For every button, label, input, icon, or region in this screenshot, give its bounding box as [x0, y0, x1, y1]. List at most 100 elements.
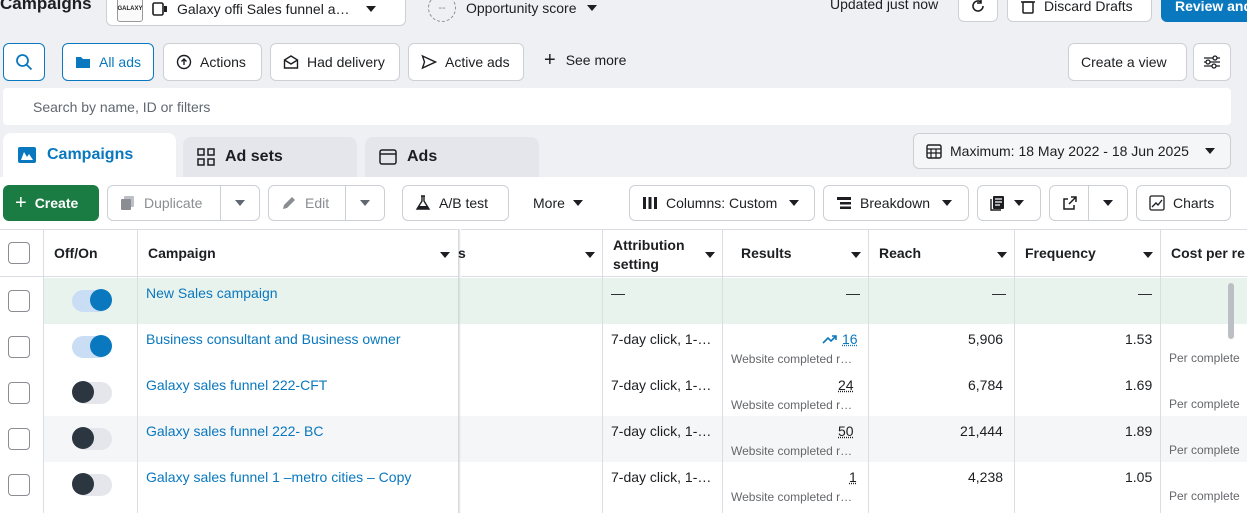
attribution-value: 7-day click, 1-… [611, 377, 711, 393]
table-scrollbar[interactable] [1228, 283, 1234, 339]
discard-drafts-button[interactable]: Discard Drafts [1007, 0, 1152, 22]
columns-icon [642, 196, 658, 210]
ab-test-label: A/B test [439, 195, 488, 211]
campaign-toggle[interactable] [72, 336, 110, 358]
row-checkbox[interactable] [8, 290, 30, 312]
reports-button[interactable] [977, 185, 1041, 221]
sort-caret-icon[interactable] [440, 252, 450, 258]
column-header-campaign[interactable]: Campaign [148, 245, 216, 261]
results-value[interactable]: 50 [838, 423, 854, 439]
edit-dropdown-icon[interactable] [360, 200, 370, 206]
breakdown-label: Breakdown [860, 195, 930, 211]
split-divider [345, 185, 346, 221]
search-input[interactable]: Search by name, ID or filters [3, 88, 1231, 125]
tab-campaigns[interactable]: Campaigns [3, 133, 176, 177]
charts-button[interactable]: Charts [1136, 185, 1231, 221]
create-button[interactable]: + Create [3, 185, 99, 221]
attribution-value: 7-day click, 1-… [611, 469, 711, 485]
tab-ad-sets[interactable]: Ad sets [183, 137, 357, 177]
column-header-results[interactable]: Results [741, 245, 792, 261]
results-subtitle: Website completed r… [731, 352, 852, 366]
campaign-toggle[interactable] [74, 474, 112, 496]
column-header-attribution[interactable]: Attribution setting [613, 236, 685, 274]
reach-value: — [992, 285, 1006, 301]
ad-account-icon [151, 0, 169, 18]
actions-filter[interactable]: Actions [163, 43, 262, 81]
column-header-hidden[interactable]: s [458, 245, 466, 261]
results-subtitle: Website completed r… [731, 398, 852, 412]
upload-circle-icon [176, 54, 192, 70]
duplicate-label: Duplicate [144, 195, 202, 211]
opportunity-score[interactable]: -- Opportunity score [428, 0, 597, 22]
sort-caret-icon[interactable] [851, 252, 861, 258]
column-header-cost-per-result[interactable]: Cost per re [1171, 245, 1245, 261]
date-range-label: Maximum: 18 May 2022 - 18 Jun 2025 [950, 143, 1189, 159]
see-more-filter[interactable]: + See more [544, 52, 626, 68]
campaign-name-link[interactable]: Business consultant and Business owner [146, 331, 400, 347]
row-checkbox[interactable] [8, 428, 30, 450]
review-and-publish-button[interactable]: Review and [1161, 0, 1247, 22]
create-view-button[interactable]: Create a view [1068, 43, 1187, 81]
results-value: — [846, 285, 860, 301]
campaign-name-link[interactable]: New Sales campaign [146, 285, 278, 301]
duplicate-dropdown-icon[interactable] [235, 200, 245, 206]
sort-caret-icon[interactable] [997, 252, 1007, 258]
discard-drafts-label: Discard Drafts [1044, 0, 1133, 14]
filter-settings-button[interactable] [1193, 43, 1231, 81]
column-divider [1160, 278, 1161, 513]
active-ads-filter[interactable]: Active ads [408, 43, 524, 81]
cost-subtitle: Per complete [1169, 489, 1240, 503]
row-checkbox[interactable] [8, 382, 30, 404]
grid-icon [197, 148, 215, 166]
chevron-down-icon [366, 6, 376, 12]
column-header-reach[interactable]: Reach [879, 245, 921, 261]
column-header-frequency[interactable]: Frequency [1025, 245, 1096, 261]
campaign-name-link[interactable]: Galaxy sales funnel 222-CFT [146, 377, 327, 393]
all-ads-label: All ads [99, 54, 141, 70]
search-button[interactable] [3, 43, 45, 81]
opportunity-score-label: Opportunity score [466, 0, 577, 16]
columns-button[interactable]: Columns: Custom [629, 185, 815, 221]
campaign-toggle[interactable] [72, 290, 110, 312]
actions-label: Actions [200, 54, 246, 70]
frequency-value: 1.05 [1125, 469, 1152, 485]
duplicate-icon [120, 195, 136, 211]
send-icon [421, 54, 437, 70]
reach-value: 6,784 [968, 377, 1003, 393]
campaign-name-link[interactable]: Galaxy sales funnel 222- BC [146, 423, 323, 439]
campaign-toggle[interactable] [74, 382, 112, 404]
export-dropdown-icon[interactable] [1103, 200, 1113, 206]
ab-test-button[interactable]: A/B test [402, 185, 509, 221]
sort-caret-icon[interactable] [585, 252, 595, 258]
sort-caret-icon[interactable] [1143, 252, 1153, 258]
chevron-down-icon [1205, 148, 1215, 154]
results-value-cell[interactable]: 16 [822, 331, 858, 347]
row-checkbox[interactable] [8, 474, 30, 496]
row-checkbox[interactable] [8, 336, 30, 358]
charts-label: Charts [1173, 195, 1214, 211]
column-header-off-on[interactable]: Off/On [54, 245, 98, 261]
column-divider [43, 278, 44, 513]
account-logo-icon: GALAXY [117, 0, 143, 22]
chart-icon [1149, 195, 1165, 211]
chevron-down-icon [1014, 200, 1024, 206]
results-value[interactable]: 24 [838, 377, 854, 393]
folder-icon [75, 54, 91, 70]
sort-caret-icon[interactable] [705, 252, 715, 258]
breakdown-button[interactable]: Breakdown [823, 185, 969, 221]
more-button[interactable]: More [520, 185, 620, 221]
search-placeholder: Search by name, ID or filters [33, 99, 210, 115]
frequency-value: — [1138, 285, 1152, 301]
tab-ads[interactable]: Ads [365, 137, 539, 177]
campaign-toggle[interactable] [74, 428, 112, 450]
all-ads-filter[interactable]: All ads [62, 43, 154, 81]
select-all-checkbox[interactable] [8, 242, 30, 264]
had-delivery-filter[interactable]: Had delivery [270, 43, 400, 81]
attribution-value: 7-day click, 1-… [611, 331, 711, 347]
campaign-name-link[interactable]: Galaxy sales funnel 1 –metro cities – Co… [146, 469, 411, 485]
account-selector[interactable]: GALAXY Galaxy offi Sales funnel a… [106, 0, 406, 26]
refresh-button[interactable] [958, 0, 998, 22]
trash-icon [1020, 0, 1036, 14]
results-value[interactable]: 1 [849, 469, 857, 485]
date-range-picker[interactable]: Maximum: 18 May 2022 - 18 Jun 2025 [913, 133, 1231, 169]
